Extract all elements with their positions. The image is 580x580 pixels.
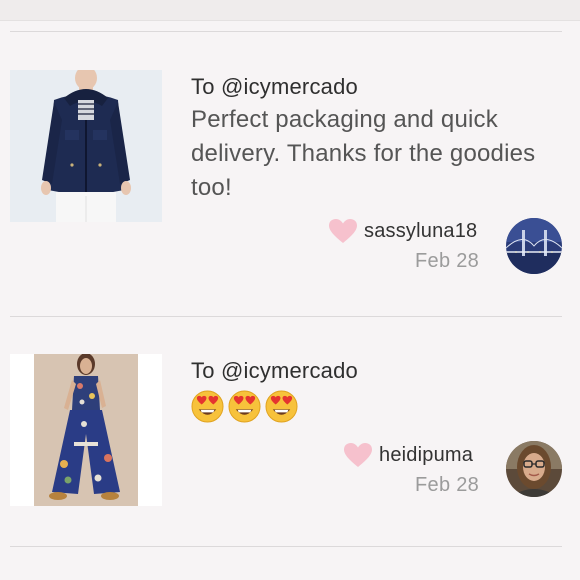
navy-jacket-photo-icon bbox=[10, 70, 162, 222]
comment-message bbox=[191, 390, 298, 423]
heart-eyes-emoji-icon bbox=[191, 390, 224, 423]
divider bbox=[10, 546, 562, 547]
divider bbox=[10, 316, 562, 317]
bridge-night-photo-icon bbox=[506, 218, 562, 274]
top-bar bbox=[0, 0, 580, 21]
heart-icon[interactable] bbox=[328, 218, 358, 244]
recipient-line: To @icymercado bbox=[191, 358, 358, 383]
avatar[interactable] bbox=[506, 441, 562, 497]
avatar[interactable] bbox=[506, 218, 562, 274]
comment-date: Feb 28 bbox=[415, 250, 480, 272]
heart-eyes-emoji-icon bbox=[265, 390, 298, 423]
comment-message: Perfect packaging and quick delivery. Th… bbox=[191, 106, 536, 201]
comment-date: Feb 28 bbox=[415, 474, 480, 496]
product-thumbnail[interactable] bbox=[10, 354, 162, 506]
username-link[interactable]: sassyluna18 bbox=[364, 220, 477, 243]
username-link[interactable]: heidipuma bbox=[379, 444, 473, 467]
heart-eyes-emoji-icon bbox=[228, 390, 261, 423]
recipient-line: To @icymercado bbox=[191, 74, 358, 99]
woman-portrait-photo-icon bbox=[506, 441, 562, 497]
divider bbox=[10, 31, 562, 32]
heart-icon[interactable] bbox=[343, 442, 373, 468]
product-thumbnail[interactable] bbox=[10, 70, 162, 222]
floral-jumpsuit-photo-icon bbox=[10, 354, 162, 506]
